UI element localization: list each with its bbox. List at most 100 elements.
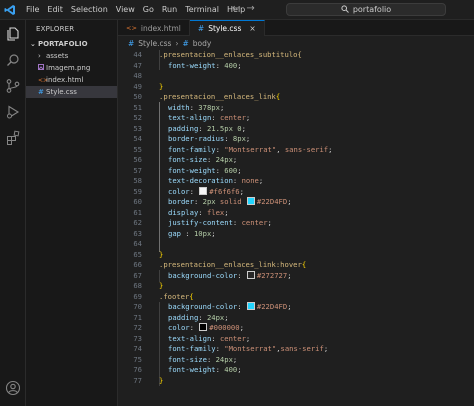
code-token: border <box>168 197 194 206</box>
code-token: ; <box>245 134 251 143</box>
tree-item-label: Style.css <box>46 88 77 96</box>
code-token: : <box>224 134 233 143</box>
menu-selection[interactable]: Selection <box>67 5 112 14</box>
color-swatch[interactable] <box>199 323 208 331</box>
code-token: .presentacion__enlaces_link <box>159 92 276 101</box>
code-line[interactable]: 56 font-size: 24px; <box>118 155 474 166</box>
code-line[interactable]: 44 .presentacion__enlaces_subtitulo{ <box>118 50 474 61</box>
code-line[interactable]: 72 color: #000000; <box>118 323 474 334</box>
code-line[interactable]: 63 gap : 10px; <box>118 229 474 240</box>
code-line[interactable]: 64 <box>118 239 474 250</box>
command-center-search[interactable]: portafolio <box>286 3 446 16</box>
code-text: background-color: #272727; <box>168 270 292 282</box>
code-line[interactable]: 74 font-family: "Montserrat",sans-serif; <box>118 344 474 355</box>
code-token: : <box>237 302 246 311</box>
menu-terminal[interactable]: Terminal <box>181 5 223 14</box>
code-line[interactable]: 49} <box>118 82 474 93</box>
tree-item-label: Imagem.png <box>46 64 91 72</box>
extensions-icon[interactable] <box>5 130 21 146</box>
code-line[interactable]: 76 font-weight: 400; <box>118 365 474 376</box>
code-line[interactable]: 67 background-color: #272727; <box>118 270 474 282</box>
code-line[interactable]: 50 .presentacion__enlaces_link{ <box>118 92 474 103</box>
menu-run[interactable]: Run <box>158 5 181 14</box>
breadcrumb-file[interactable]: Style.css <box>138 39 171 48</box>
code-token: : <box>189 323 199 332</box>
code-line[interactable]: 48 <box>118 71 474 82</box>
menu-view[interactable]: View <box>112 5 139 14</box>
search-view-icon[interactable] <box>5 52 21 68</box>
code-line[interactable]: 57 font-weight: 600; <box>118 166 474 177</box>
tab-style-css[interactable]: # Style.css × <box>189 20 265 36</box>
code-token: { <box>189 291 194 301</box>
account-icon[interactable] <box>5 380 21 396</box>
code-line[interactable]: 61 display: flex; <box>118 208 474 219</box>
menu-edit[interactable]: Edit <box>43 5 67 14</box>
code-text: border-radius: 8px; <box>168 134 250 145</box>
editor-scrollbar[interactable] <box>462 50 474 406</box>
code-text: .presentacion__enlaces_link:hover{ <box>159 260 306 271</box>
code-token: ; <box>258 176 264 185</box>
run-debug-icon[interactable] <box>5 104 21 120</box>
symbol-icon: # <box>182 38 189 48</box>
tab-index-html[interactable]: <> index.html <box>118 20 190 36</box>
color-swatch[interactable] <box>246 197 255 205</box>
tree-item-assets[interactable]: › assets <box>26 50 117 62</box>
code-token: 378px <box>198 102 220 112</box>
code-token: { <box>275 92 281 101</box>
forward-arrow-icon[interactable]: → <box>246 3 254 14</box>
code-line[interactable]: 75 font-size: 24px; <box>118 355 474 366</box>
code-text: width: 378px; <box>168 103 224 114</box>
line-number: 58 <box>133 176 142 185</box>
code-line[interactable]: 59 color: #f6f6f6; <box>118 186 474 198</box>
color-swatch[interactable] <box>199 186 208 195</box>
line-number: 55 <box>133 144 142 154</box>
breadcrumb-symbol[interactable]: body <box>193 39 212 48</box>
code-token: padding <box>168 312 199 322</box>
code-line[interactable]: 53 padding: 21.5px 0; <box>118 124 474 135</box>
code-line[interactable]: 68} <box>118 281 474 292</box>
code-line[interactable]: 73 text-align: center; <box>118 334 474 345</box>
explorer-files-icon[interactable] <box>5 26 21 42</box>
code-line[interactable]: 60 border: 2px solid #22D4FD; <box>118 197 474 208</box>
back-arrow-icon[interactable]: ← <box>232 3 240 14</box>
code-text: font-weight: 400; <box>168 365 242 376</box>
code-text: .presentacion__enlaces_subtitulo{ <box>159 50 302 61</box>
search-icon <box>341 4 349 15</box>
code-token: center <box>219 333 246 343</box>
source-control-icon[interactable] <box>5 78 21 94</box>
code-token: ; <box>245 113 251 122</box>
code-token: color <box>168 323 190 332</box>
close-icon[interactable]: × <box>249 24 255 33</box>
code-line[interactable]: 47 font-weight: 400; <box>118 61 474 72</box>
code-line[interactable]: 71 padding: 24px; <box>118 313 474 324</box>
code-editor[interactable]: 44 .presentacion__enlaces_subtitulo{47 fon… <box>118 50 474 406</box>
code-line[interactable]: 58 text-decoration: none; <box>118 176 474 187</box>
code-line[interactable]: 77} <box>118 376 474 387</box>
menu-file[interactable]: File <box>22 5 43 14</box>
folder-root-portafolio[interactable]: ⌄ PORTAFOLIO <box>26 38 117 50</box>
tree-item-imagem[interactable]: Imagem.png <box>26 62 117 74</box>
color-swatch[interactable] <box>246 302 255 310</box>
line-number: 54 <box>133 134 142 143</box>
line-number: 65 <box>133 249 142 259</box>
tree-item-index-html[interactable]: <> index.html <box>26 74 117 86</box>
code-token: 21.5px 0 <box>206 123 242 133</box>
code-token: background-color <box>168 270 238 280</box>
menu-go[interactable]: Go <box>139 5 158 14</box>
tree-item-style-css[interactable]: # Style.css <box>26 86 117 98</box>
code-line[interactable]: 51 width: 378px; <box>118 103 474 114</box>
code-line[interactable]: 54 border-radius: 8px; <box>118 134 474 145</box>
color-swatch[interactable] <box>246 270 255 279</box>
code-line[interactable]: 62 justify-content: center; <box>118 218 474 229</box>
code-line[interactable]: 65} <box>118 250 474 261</box>
chevron-right-icon: › <box>38 52 41 60</box>
code-line[interactable]: 69 .footer{ <box>118 292 474 303</box>
code-token: justify-content <box>168 218 233 227</box>
line-number: 52 <box>133 113 142 122</box>
code-token: : <box>193 197 203 206</box>
code-line[interactable]: 66 .presentacion__enlaces_link:hover{ <box>118 260 474 271</box>
code-line[interactable]: 52 text-align: center; <box>118 113 474 124</box>
code-line[interactable]: 70 background-color: #22D4FD; <box>118 302 474 313</box>
code-line[interactable]: 55 font-family: "Montserrat", sans-serif; <box>118 145 474 156</box>
code-token: : <box>198 312 207 322</box>
